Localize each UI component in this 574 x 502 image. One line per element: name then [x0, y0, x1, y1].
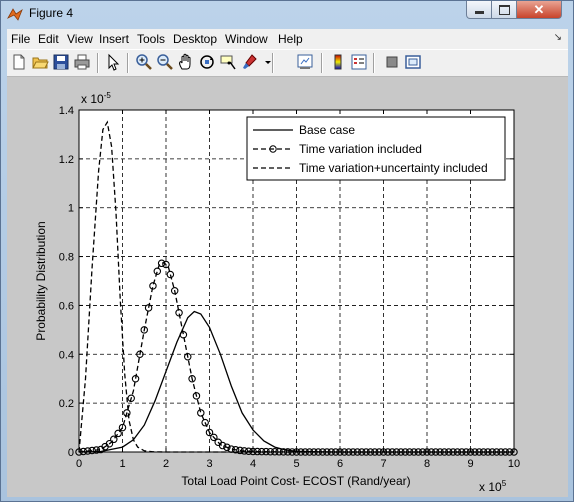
- minimize-button[interactable]: [466, 1, 492, 19]
- menu-bar: File Edit View Insert Tools Desktop Wind…: [7, 29, 568, 49]
- figure-toolbar: [7, 49, 568, 77]
- x-tick-label: 4: [250, 458, 256, 470]
- y-tick-label: 0.4: [59, 349, 74, 361]
- legend-icon[interactable]: [350, 53, 368, 71]
- toolbar-separator: [272, 53, 274, 73]
- pan-hand-icon[interactable]: [177, 53, 195, 71]
- edit-plot-arrow-icon[interactable]: [104, 53, 122, 71]
- menu-help[interactable]: Help: [278, 32, 303, 46]
- chart[interactable]: 0 1 2 3 4 5 6 7 8 9 1000.20.40.60.811.21.4 x 10-5 …: [7, 77, 568, 497]
- x-tick-label: 8: [424, 458, 430, 470]
- brush-icon[interactable]: [240, 53, 258, 71]
- menu-edit[interactable]: Edit: [38, 32, 59, 46]
- y-tick-label: 0.2: [59, 398, 74, 410]
- colorbar-icon[interactable]: [329, 53, 347, 71]
- close-button[interactable]: ✕: [516, 1, 562, 19]
- zoom-in-icon[interactable]: [135, 53, 153, 71]
- y-tick-label: 1.4: [59, 105, 74, 117]
- window-title: Figure 4: [29, 6, 74, 20]
- dock-arrow-icon[interactable]: ↘: [554, 32, 562, 43]
- x-tick-label: 3: [206, 458, 212, 470]
- figure-window: Figure 4 ✕ File Edit View Insert Tools D…: [0, 0, 574, 502]
- legend-label-2: Time variation included: [299, 142, 422, 156]
- close-icon: ✕: [533, 1, 545, 17]
- menu-file[interactable]: File: [11, 32, 30, 46]
- y-tick-label: 1.2: [59, 154, 74, 166]
- menu-tools[interactable]: Tools: [137, 32, 165, 46]
- y-tick-label: 1: [68, 203, 74, 215]
- menu-view[interactable]: View: [67, 32, 93, 46]
- menu-window[interactable]: Window: [225, 32, 268, 46]
- hide-plot-tools-icon[interactable]: [383, 53, 401, 71]
- save-icon[interactable]: [52, 53, 70, 71]
- x-tick-label: 10: [508, 458, 520, 470]
- legend-label-3: Time variation+uncertainty included: [299, 161, 488, 175]
- y-tick-label: 0: [68, 447, 74, 459]
- menu-insert[interactable]: Insert: [99, 32, 129, 46]
- brush-dropdown-icon[interactable]: [259, 53, 271, 71]
- menu-desktop[interactable]: Desktop: [173, 32, 217, 46]
- x-tick-label: 6: [337, 458, 343, 470]
- title-bar[interactable]: Figure 4 ✕: [1, 1, 573, 27]
- x-tick-label: 1: [119, 458, 125, 470]
- maximize-icon: [498, 4, 510, 15]
- x-tick-label: 7: [380, 458, 386, 470]
- minimize-icon: [474, 11, 484, 14]
- toolbar-separator: [97, 53, 99, 73]
- y-axis-exponent: x 10-5: [81, 91, 111, 106]
- toolbar-separator: [127, 53, 129, 73]
- matlab-logo-icon: [7, 6, 23, 22]
- x-tick-label: 9: [467, 458, 473, 470]
- y-tick-label: 0.6: [59, 300, 74, 312]
- show-plot-tools-icon[interactable]: [404, 53, 422, 71]
- toolbar-separator: [321, 53, 323, 73]
- y-axis-label: Probability Distribution: [34, 221, 48, 340]
- figure-canvas[interactable]: 0 1 2 3 4 5 6 7 8 9 10 0 0.2 0.4 0.6 0.8 1 1.2 1.4 x 10-5 …: [7, 77, 568, 497]
- legend-label-1: Base case: [299, 123, 355, 137]
- open-file-icon[interactable]: [31, 53, 49, 71]
- link-plot-icon[interactable]: [296, 53, 314, 71]
- zoom-out-icon[interactable]: [156, 53, 174, 71]
- rotate-3d-icon[interactable]: [198, 53, 216, 71]
- x-tick-label: 0: [76, 458, 82, 470]
- maximize-button[interactable]: [491, 1, 517, 19]
- x-tick-label: 2: [163, 458, 169, 470]
- x-axis-exponent: x 105: [479, 479, 507, 494]
- x-tick-label: 5: [293, 458, 299, 470]
- data-cursor-icon[interactable]: [219, 53, 237, 71]
- print-icon[interactable]: [73, 53, 91, 71]
- x-axis-label: Total Load Point Cost- ECOST (Rand/year): [181, 474, 410, 488]
- toolbar-separator: [373, 53, 375, 73]
- new-figure-icon[interactable]: [10, 53, 28, 71]
- y-tick-label: 0.8: [59, 252, 74, 264]
- legend[interactable]: Base case Time variation included Time var…: [246, 116, 506, 181]
